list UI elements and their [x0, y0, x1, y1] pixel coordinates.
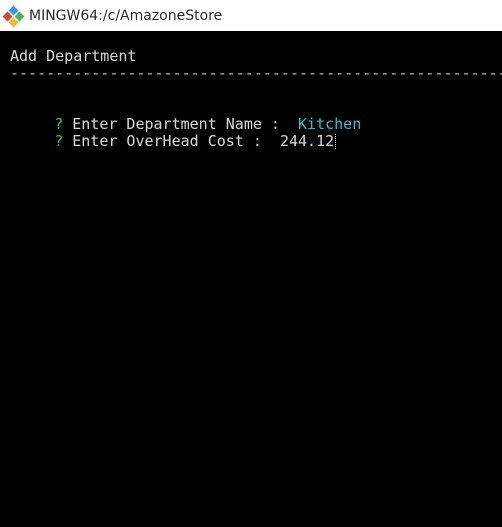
separator-line: ----------------------------------------…: [10, 64, 502, 82]
question-marker: ?: [54, 132, 64, 150]
title-bar[interactable]: MINGW64:/c/AmazoneStore: [0, 0, 502, 31]
overhead-cost-input[interactable]: 244.12: [280, 132, 334, 150]
prompt-label: Enter OverHead Cost :: [63, 132, 280, 150]
text-cursor: [335, 134, 337, 149]
window-title: MINGW64:/c/AmazoneStore: [29, 7, 223, 24]
prompt-overhead-cost: ? Enter OverHead Cost : 244.12: [0, 116, 337, 150]
section-heading: Add Department: [10, 47, 137, 65]
terminal-output[interactable]: Add Department -------------------------…: [0, 31, 502, 527]
terminal-window: MINGW64:/c/AmazoneStore Add Department -…: [0, 0, 502, 527]
prompt-department-name: ? Enter Department Name : Kitchen: [0, 99, 361, 133]
git-bash-icon: [2, 5, 25, 27]
